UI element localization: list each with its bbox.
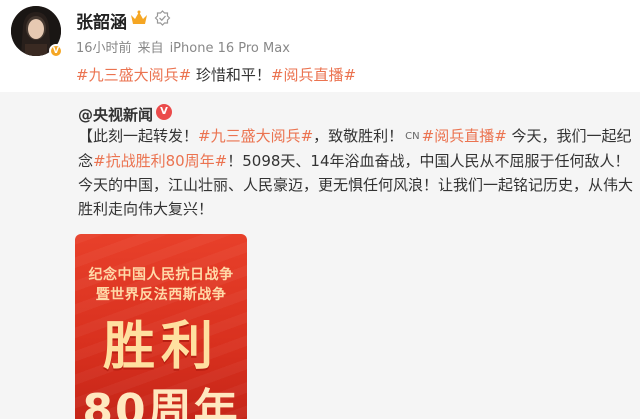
hashtag-link[interactable]: #阅兵直播# bbox=[422, 127, 507, 145]
post-header: V 张韶涵 16小时前 来自 iPhone 16 Pro Max bbox=[0, 0, 640, 60]
post-text: #九三盛大阅兵# 珍惜和平！#阅兵直播# bbox=[76, 64, 356, 85]
retweet-text: 【此刻一起转发！ bbox=[78, 127, 199, 145]
retweet-text: ，致敬胜利！ bbox=[313, 127, 404, 145]
poster-line: 纪念中国人民抗日战争 bbox=[88, 267, 234, 283]
post-text-middle: 珍惜和平！ bbox=[191, 66, 271, 84]
hashtag-link[interactable]: #抗战胜利80周年# bbox=[93, 152, 227, 170]
verified-icon bbox=[154, 10, 171, 26]
avatar-vip-badge: V bbox=[49, 44, 63, 58]
post-time: 16小时前 bbox=[76, 41, 132, 56]
author-name[interactable]: 张韶涵 bbox=[76, 8, 127, 33]
hashtag-link[interactable]: #阅兵直播# bbox=[271, 66, 356, 84]
post-meta: 16小时前 来自 iPhone 16 Pro Max bbox=[76, 37, 296, 56]
poster-line: 暨世界反法西斯战争 bbox=[95, 287, 227, 303]
crown-icon bbox=[131, 10, 147, 24]
cn-badge: CN bbox=[405, 130, 420, 142]
hashtag-link[interactable]: #九三盛大阅兵# bbox=[198, 127, 313, 145]
post-source-prefix: 来自 bbox=[137, 41, 164, 56]
poster-headline: 胜利 bbox=[102, 317, 219, 377]
poster-years: 80周年 bbox=[82, 385, 240, 419]
hashtag-link[interactable]: #九三盛大阅兵# bbox=[76, 66, 191, 84]
poster-image[interactable]: 纪念中国人民抗日战争 暨世界反法西斯战争 胜利 80周年 bbox=[75, 234, 247, 419]
retweet-author[interactable]: @央视新闻 bbox=[78, 104, 153, 125]
retweet-body: 【此刻一起转发！#九三盛大阅兵#，致敬胜利！ CN #阅兵直播# 今天，我们一起纪念… bbox=[78, 124, 638, 221]
post-source[interactable]: iPhone 16 Pro Max bbox=[170, 41, 290, 56]
verified-red-icon: V bbox=[156, 104, 172, 120]
